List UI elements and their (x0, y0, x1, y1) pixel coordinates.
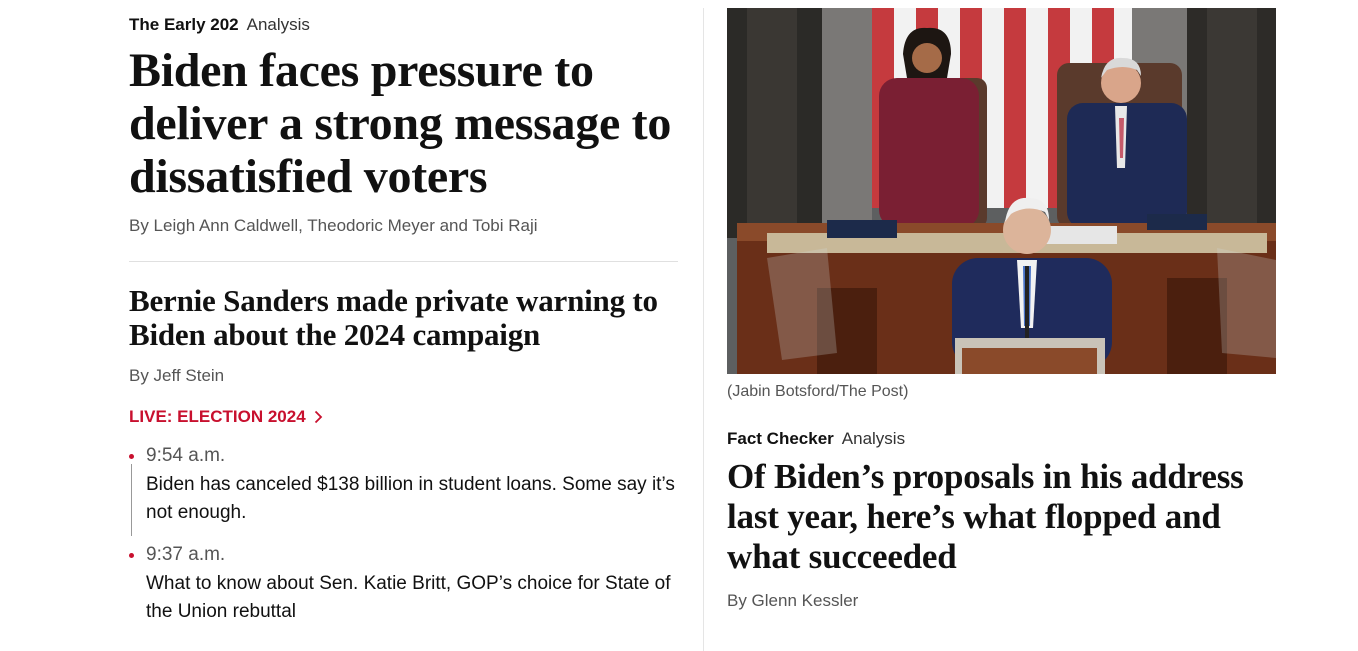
right-label: Analysis (841, 429, 906, 448)
photo-caption: (Jabin Botsford/The Post) (727, 383, 909, 400)
timeline-text[interactable]: Biden has canceled $138 billion in stude… (146, 471, 678, 527)
timeline-item[interactable]: 9:37 a.m. What to know about Sen. Katie … (129, 543, 679, 626)
lead-label: Analysis (246, 15, 310, 34)
timeline-line (131, 464, 132, 536)
news-photo[interactable] (727, 8, 1276, 374)
live-timeline: 9:54 a.m. Biden has canceled $138 billio… (129, 444, 679, 626)
right-section-link[interactable]: Fact Checker (727, 429, 834, 448)
second-headline[interactable]: Bernie Sanders made private warning to B… (129, 284, 689, 352)
timeline-dot (129, 454, 134, 459)
story-divider (129, 261, 678, 262)
photo-illustration (727, 8, 1276, 374)
right-kicker: Fact Checker Analysis (727, 429, 905, 449)
second-byline: By Jeff Stein (129, 366, 225, 385)
timeline-item[interactable]: 9:54 a.m. Biden has canceled $138 billio… (129, 444, 679, 536)
right-byline: By Glenn Kessler (727, 591, 859, 610)
live-election-label: LIVE: ELECTION 2024 (129, 407, 306, 426)
timeline-text[interactable]: What to know about Sen. Katie Britt, GOP… (146, 570, 678, 626)
chevron-right-icon (314, 410, 322, 424)
lead-section-link[interactable]: The Early 202 (129, 15, 239, 34)
right-headline[interactable]: Of Biden’s proposals in his address last… (727, 457, 1287, 577)
page: The Early 202 Analysis Biden faces pressu… (0, 0, 1358, 651)
lead-headline[interactable]: Biden faces pressure to deliver a strong… (129, 44, 689, 203)
timeline-time: 9:37 a.m. (146, 544, 226, 565)
timeline-time: 9:54 a.m. (146, 445, 226, 466)
live-election-link[interactable]: LIVE: ELECTION 2024 (129, 407, 323, 427)
lead-byline: By Leigh Ann Caldwell, Theodoric Meyer a… (129, 216, 538, 235)
lead-kicker: The Early 202 Analysis (129, 15, 310, 35)
column-divider (703, 8, 704, 651)
timeline-dot (129, 553, 134, 558)
